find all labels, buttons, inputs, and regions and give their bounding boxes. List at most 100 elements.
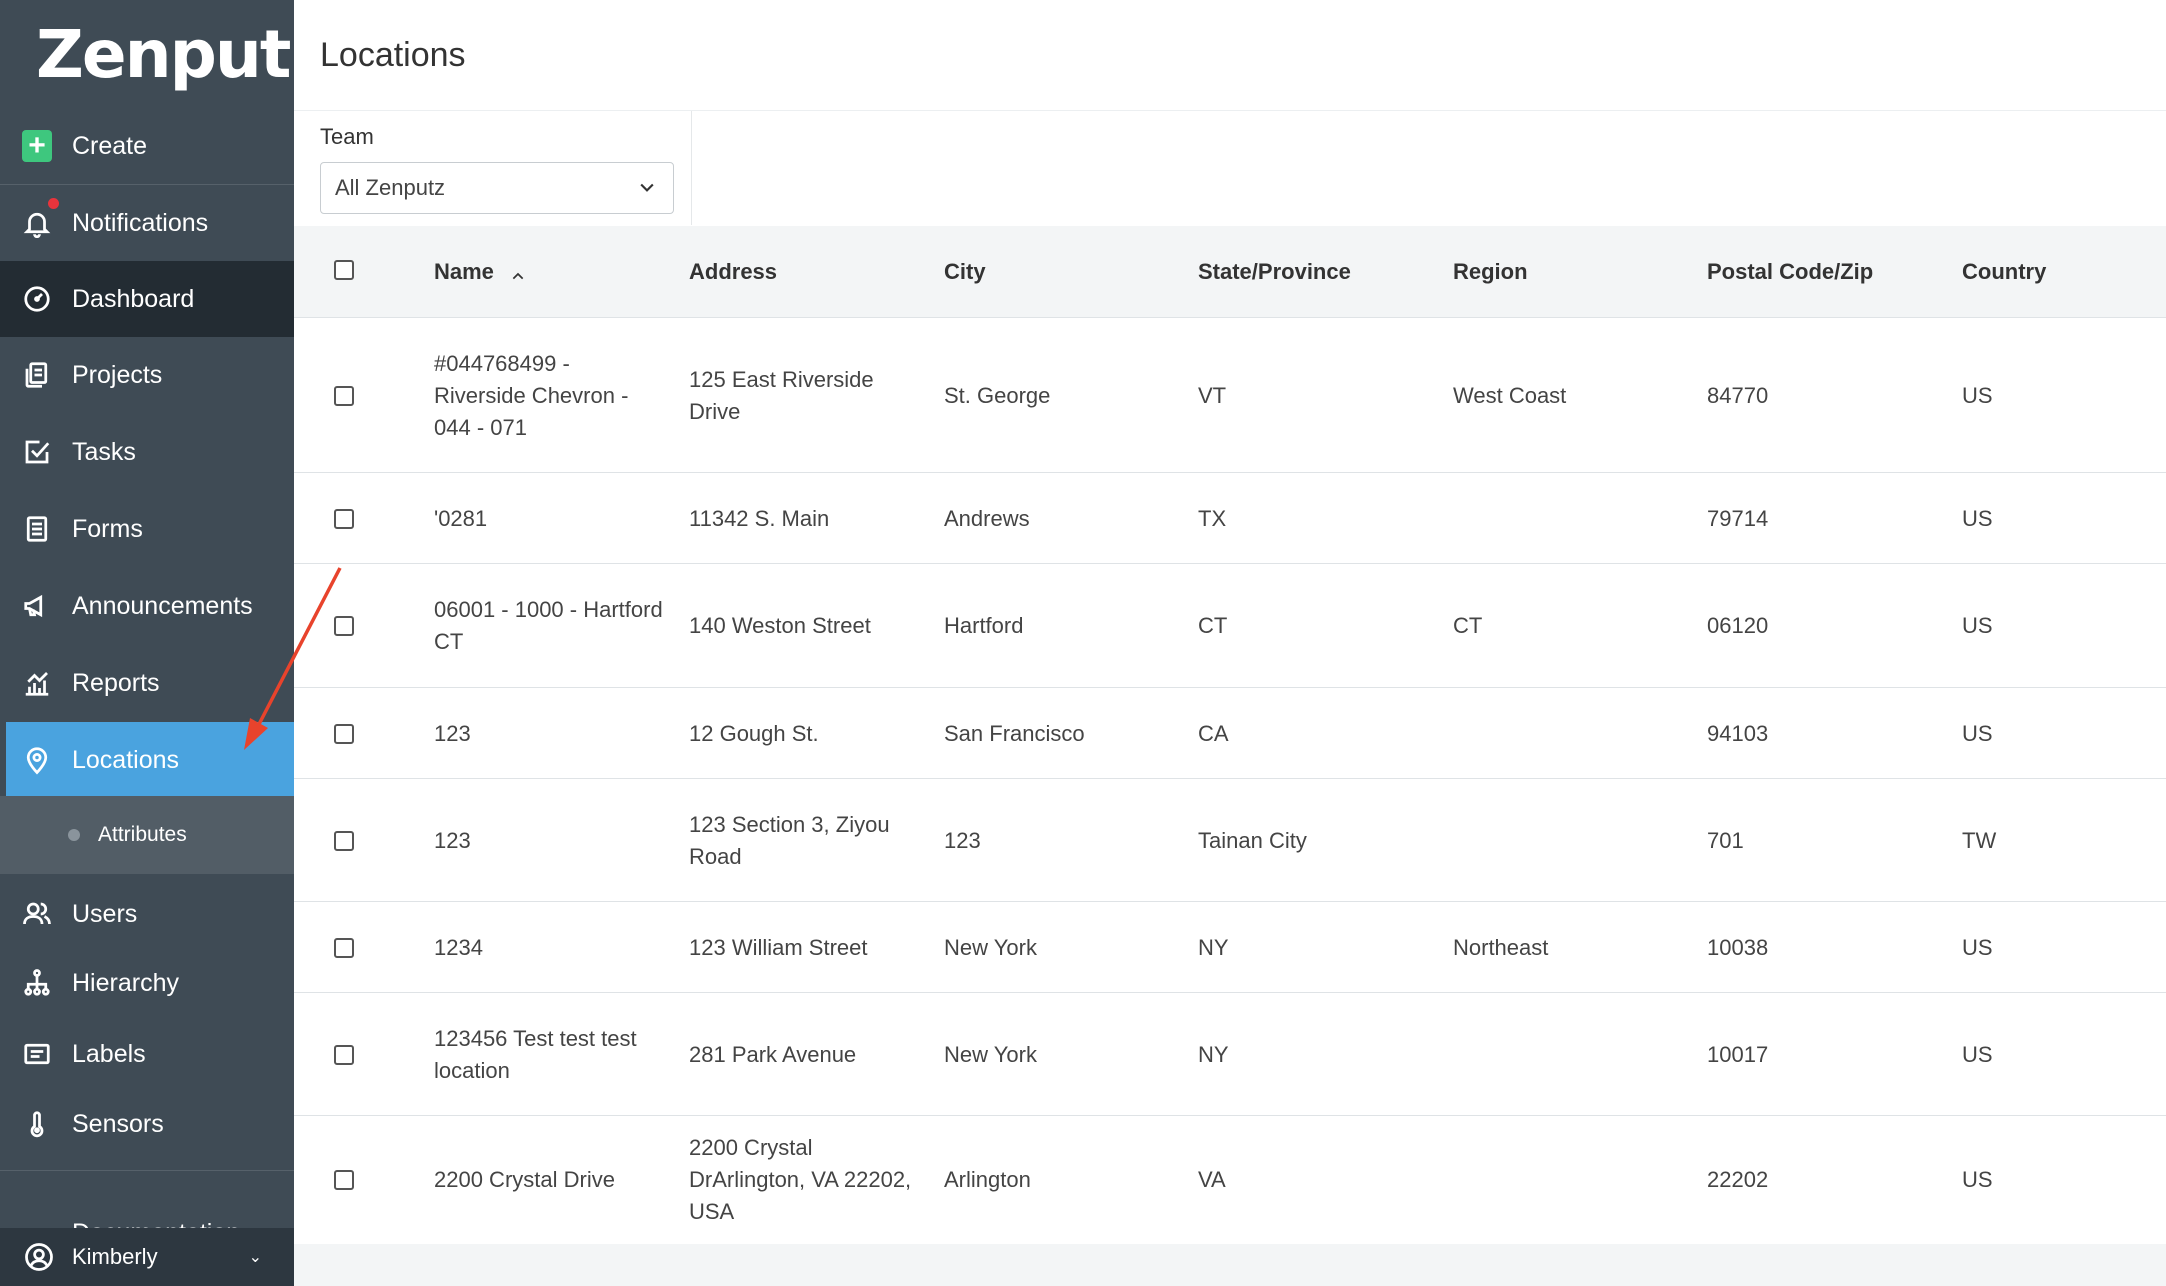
user-avatar-icon xyxy=(24,1242,54,1272)
column-header-state[interactable]: State/Province xyxy=(1198,226,1351,318)
cell-address: 140 Weston Street xyxy=(689,613,871,638)
cell-address: 123 William Street xyxy=(689,934,868,960)
sidebar-item-users[interactable]: Users xyxy=(0,876,294,952)
row-checkbox[interactable] xyxy=(334,616,354,636)
table-row[interactable]: #044768499 - Riverside Chevron - 044 - 0… xyxy=(294,319,2166,473)
hierarchy-icon xyxy=(22,968,52,998)
chart-icon xyxy=(22,668,52,698)
sidebar-item-create[interactable]: + Create xyxy=(0,108,294,184)
cell-region: West Coast xyxy=(1453,383,1567,408)
team-label: Team xyxy=(320,124,374,149)
cell-country: US xyxy=(1962,1167,1993,1192)
cell-country: US xyxy=(1962,613,1993,638)
users-icon xyxy=(22,899,52,929)
cell-address: 123 Section 3, Ziyou Road xyxy=(689,811,890,869)
cell-zip: 06120 xyxy=(1707,613,1769,638)
table-header: Name Address City State/Province Region … xyxy=(294,226,2166,318)
sidebar-item-tasks[interactable]: Tasks xyxy=(0,414,294,490)
plus-icon: + xyxy=(22,130,52,162)
cell-state: VA xyxy=(1198,1167,1226,1192)
table-row[interactable]: 123 123 Section 3, Ziyou Road 123 Tainan Ci… xyxy=(294,779,2166,902)
column-header-address[interactable]: Address xyxy=(689,226,777,318)
cell-name: 123 xyxy=(434,827,471,853)
cell-city: San Francisco xyxy=(944,720,1085,746)
table-row[interactable]: 123 12 Gough St. San Francisco CA 94103 US xyxy=(294,688,2166,779)
cell-state: Tainan City xyxy=(1198,827,1307,853)
sidebar-item-label: Create xyxy=(72,131,148,160)
sidebar-item-label: Announcements xyxy=(72,591,253,620)
sidebar-item-label: Tasks xyxy=(72,437,136,466)
cell-country: TW xyxy=(1962,827,1997,853)
cell-city: Arlington xyxy=(944,1167,1031,1192)
sidebar: Zenput. + Create Notifications Dashboard… xyxy=(0,0,314,1286)
sidebar-item-locations[interactable]: Locations xyxy=(6,722,294,798)
cell-address: 125 East Riverside Drive xyxy=(689,367,874,424)
user-name: Kimberly xyxy=(72,1244,158,1269)
cell-city: New York xyxy=(944,1041,1037,1067)
sidebar-subitem-label: Attributes xyxy=(98,823,187,846)
cell-city: 123 xyxy=(944,827,981,853)
sidebar-item-label: Locations xyxy=(72,745,180,774)
sidebar-item-hierarchy[interactable]: Hierarchy xyxy=(0,945,294,1021)
table-row[interactable]: 1234 123 William Street New York NY Northeas… xyxy=(294,902,2166,993)
cell-zip: 22202 xyxy=(1707,1167,1769,1192)
gauge-icon xyxy=(22,284,52,314)
sidebar-item-dashboard[interactable]: Dashboard xyxy=(0,261,294,337)
form-icon xyxy=(22,514,52,544)
table-row[interactable]: '0281 11342 S. Main Andrews TX 79714 US xyxy=(294,473,2166,564)
sidebar-item-label: Hierarchy xyxy=(72,968,179,997)
column-header-postal-code[interactable]: Postal Code/Zip xyxy=(1707,226,1873,318)
cell-address: 281 Park Avenue xyxy=(689,1041,857,1067)
column-header-city[interactable]: City xyxy=(944,226,986,318)
row-checkbox[interactable] xyxy=(334,386,354,406)
checkbox-icon xyxy=(22,437,52,467)
table-footer xyxy=(294,1244,2166,1286)
sidebar-item-label: Labels xyxy=(72,1039,146,1068)
cell-state: CA xyxy=(1198,720,1229,746)
row-checkbox[interactable] xyxy=(334,1044,354,1065)
table-row[interactable]: 2200 Crystal Drive 2200 Crystal DrArlingt… xyxy=(294,1116,2166,1244)
sidebar-item-sensors[interactable]: Sensors xyxy=(0,1086,294,1162)
sidebar-item-announcements[interactable]: Announcements xyxy=(0,568,294,644)
sidebar-item-documentation[interactable]: Documentation xyxy=(72,1213,240,1228)
labels-icon xyxy=(22,1039,52,1069)
sidebar-item-label: Dashboard xyxy=(72,284,195,313)
sidebar-item-reports[interactable]: Reports xyxy=(0,645,294,721)
select-all-checkbox[interactable] xyxy=(334,260,354,280)
zenput-logo[interactable]: Zenput. xyxy=(0,0,314,108)
sidebar-item-labels[interactable]: Labels xyxy=(0,1016,294,1092)
cell-region: Northeast xyxy=(1453,934,1549,960)
row-checkbox[interactable] xyxy=(334,723,354,744)
column-header-name[interactable]: Name xyxy=(434,226,526,318)
sidebar-subitem-attributes[interactable]: Attributes xyxy=(0,796,294,874)
chevron-down-icon: ⌄ xyxy=(248,1249,262,1266)
projects-icon xyxy=(22,360,52,390)
row-checkbox[interactable] xyxy=(334,830,354,851)
table-row[interactable]: 06001 - 1000 - Hartford CT 140 Weston Str… xyxy=(294,564,2166,688)
sort-ascending-icon[interactable] xyxy=(510,264,526,280)
bell-icon xyxy=(22,208,52,238)
cell-city: Hartford xyxy=(944,613,1024,638)
table-row[interactable]: 123456 Test test test location 281 Park A… xyxy=(294,993,2166,1116)
column-header-country[interactable]: Country xyxy=(1962,226,2046,318)
cell-zip: 10038 xyxy=(1707,934,1769,960)
main-content: Locations Team All Zenputz Name Address … xyxy=(244,0,2166,1286)
sidebar-item-notifications[interactable]: Notifications xyxy=(0,185,294,261)
cell-name: 06001 - 1000 - Hartford CT xyxy=(434,597,663,654)
megaphone-icon xyxy=(22,591,52,621)
notification-badge xyxy=(48,198,59,209)
cell-region xyxy=(1453,993,1693,1116)
cell-name: 123456 Test test test location xyxy=(434,1025,637,1083)
row-checkbox[interactable] xyxy=(334,508,354,529)
cell-address: 2200 Crystal DrArlington, VA 22202, USA xyxy=(689,1135,912,1224)
user-menu[interactable]: Kimberly ⌄ xyxy=(0,1228,294,1286)
sidebar-item-label: Projects xyxy=(72,360,163,389)
row-checkbox[interactable] xyxy=(334,1170,354,1190)
cell-state: VT xyxy=(1198,383,1227,408)
cell-zip: 79714 xyxy=(1707,505,1769,531)
row-checkbox[interactable] xyxy=(334,937,354,958)
column-header-region[interactable]: Region xyxy=(1453,226,1528,318)
team-select[interactable]: All Zenputz xyxy=(320,162,674,214)
sidebar-item-forms[interactable]: Forms xyxy=(0,491,294,567)
sidebar-item-projects[interactable]: Projects xyxy=(0,337,294,413)
